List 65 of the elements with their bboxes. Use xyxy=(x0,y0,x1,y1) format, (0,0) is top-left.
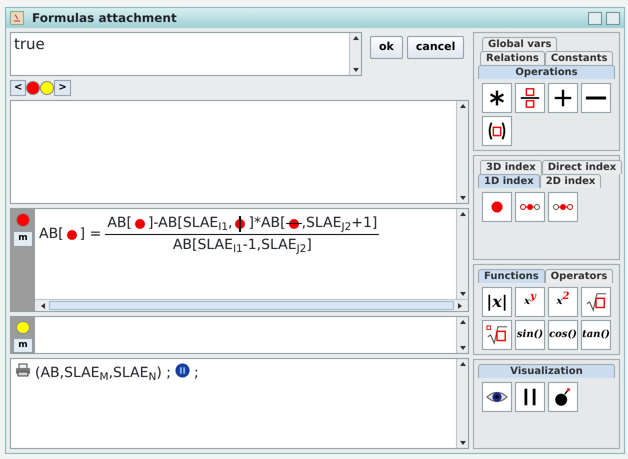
tab[interactable]: Constants xyxy=(544,51,614,65)
tab[interactable]: Direct index xyxy=(542,160,622,174)
dots-icon xyxy=(552,203,574,211)
minimize-button[interactable] xyxy=(588,12,602,24)
formula-text: AB[ xyxy=(39,225,64,244)
function-button[interactable]: |x| xyxy=(482,286,512,316)
tab[interactable]: Global vars xyxy=(482,37,558,51)
scrollbar[interactable] xyxy=(349,33,361,75)
scrollbar[interactable] xyxy=(456,209,468,299)
output-text: (AB,SLAE$_{M}$,SLAE$_{N}$) ; xyxy=(35,364,171,384)
tab[interactable]: Relations xyxy=(480,51,545,65)
next-button[interactable]: > xyxy=(54,80,71,96)
tool-button[interactable] xyxy=(482,382,512,412)
marker-button[interactable] xyxy=(26,81,40,95)
tab[interactable]: Operators xyxy=(544,268,614,282)
scrollbar[interactable] xyxy=(456,317,468,353)
cancel-button[interactable]: cancel xyxy=(406,36,464,58)
tool-button[interactable] xyxy=(482,83,512,113)
formula-text: ]*AB[ xyxy=(248,214,286,233)
function-button[interactable]: sin() xyxy=(515,320,545,350)
function-button[interactable]: cos() xyxy=(548,320,578,350)
output-text: ; xyxy=(194,364,199,383)
scrollbar[interactable] xyxy=(35,299,468,311)
formula-text: AB[SLAE$_{I1}$-1,SLAE$_{J2}$] xyxy=(172,236,312,256)
root-icon xyxy=(486,324,508,346)
previous-button[interactable]: < xyxy=(10,80,26,96)
tab[interactable]: Functions xyxy=(478,268,545,282)
tool-button[interactable] xyxy=(482,320,512,350)
condition-field[interactable]: true xyxy=(10,32,362,76)
tool-button[interactable] xyxy=(581,286,611,316)
printer-icon[interactable] xyxy=(15,363,31,377)
ok-button[interactable]: ok xyxy=(370,36,403,58)
tool-button[interactable] xyxy=(548,382,578,412)
tool-button[interactable] xyxy=(548,83,578,113)
scrollbar[interactable] xyxy=(456,359,468,448)
fraction-icon xyxy=(519,87,541,109)
m-button[interactable]: m xyxy=(13,338,33,353)
square-root-icon xyxy=(585,290,607,312)
m-button[interactable]: m xyxy=(13,231,33,246)
tool-button[interactable] xyxy=(482,116,512,146)
condition-text: true xyxy=(13,34,46,55)
dots-icon xyxy=(519,203,541,211)
tab[interactable]: Operations xyxy=(478,65,615,79)
tab[interactable]: 2D index xyxy=(540,174,602,188)
tab[interactable]: Visualization xyxy=(478,364,615,378)
tool-button[interactable] xyxy=(515,83,545,113)
tool-button[interactable] xyxy=(515,382,545,412)
placeholder-icon[interactable] xyxy=(288,218,299,228)
formula-text: ] = xyxy=(80,225,102,244)
app-icon xyxy=(10,11,24,25)
parentheses-icon xyxy=(486,120,508,142)
window-title: Formulas attachment xyxy=(32,10,177,27)
function-button[interactable]: tan() xyxy=(581,320,611,350)
plus-icon xyxy=(552,87,574,109)
formula-text: ,SLAE$_{J2}$+1] xyxy=(302,214,378,234)
close-button[interactable] xyxy=(606,12,620,24)
scrollbar[interactable] xyxy=(456,101,468,203)
pause-icon[interactable] xyxy=(174,363,190,378)
tab[interactable]: 1D index xyxy=(478,174,540,188)
marker-button[interactable] xyxy=(40,81,54,95)
formula-text: AB[ xyxy=(107,214,132,233)
tool-button[interactable] xyxy=(581,83,611,113)
minus-icon xyxy=(586,96,606,100)
formula-text: ]-AB[SLAE$_{I1}$, xyxy=(148,214,232,234)
tab[interactable]: 3D index xyxy=(480,160,542,174)
